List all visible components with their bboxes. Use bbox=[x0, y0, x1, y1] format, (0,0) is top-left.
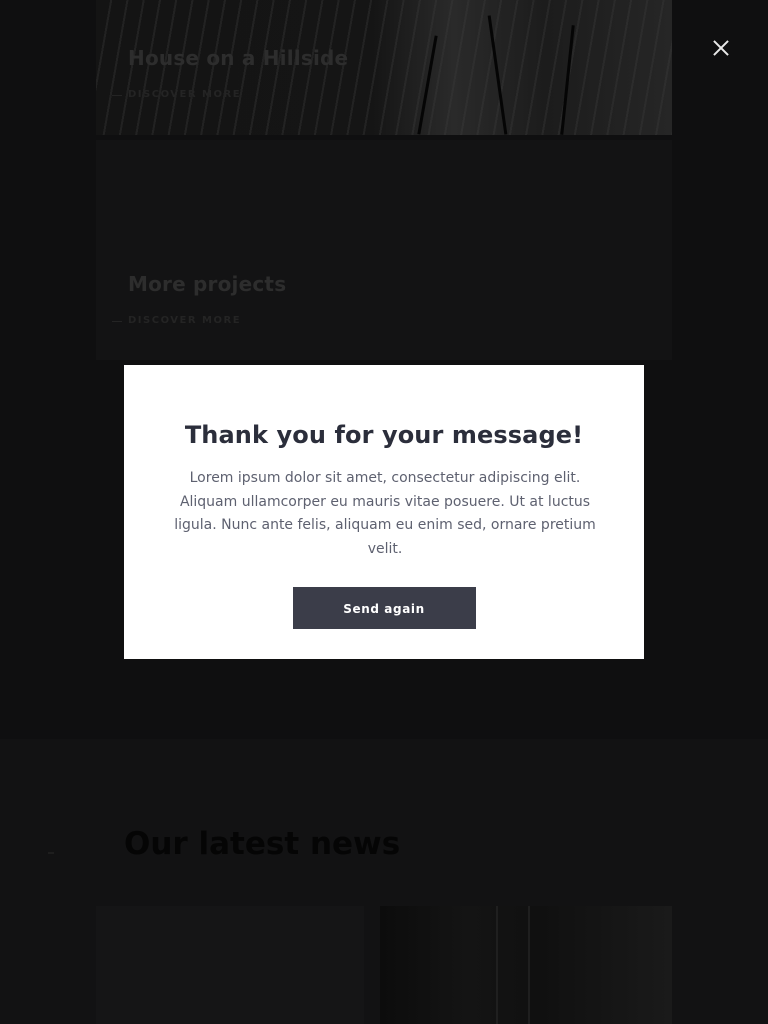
image-detail bbox=[496, 906, 498, 1024]
hero-image-detail bbox=[417, 35, 438, 135]
dialog-title: Thank you for your message! bbox=[184, 421, 584, 449]
news-card bbox=[96, 906, 364, 1024]
news-card-image bbox=[380, 906, 672, 1024]
hero-image-detail bbox=[487, 15, 508, 135]
discover-more-link: DISCOVER MORE bbox=[111, 89, 242, 100]
close-icon[interactable] bbox=[704, 32, 736, 64]
thank-you-dialog: Thank you for your message! Lorem ipsum … bbox=[124, 365, 644, 659]
discover-more-link: DISCOVER MORE bbox=[111, 315, 242, 326]
section-marker bbox=[48, 852, 54, 854]
project-title: House on a Hillside bbox=[128, 46, 349, 70]
news-heading: Our latest news bbox=[124, 826, 401, 862]
project-card-hillside: House on a Hillside DISCOVER MORE bbox=[96, 0, 672, 135]
project-card-more: More projects DISCOVER MORE bbox=[96, 140, 672, 360]
image-detail bbox=[528, 906, 530, 1024]
project-title: More projects bbox=[128, 272, 287, 296]
send-again-button[interactable]: Send again bbox=[292, 587, 476, 629]
dialog-message: Lorem ipsum dolor sit amet, consectetur … bbox=[174, 470, 596, 557]
hero-image-detail bbox=[560, 25, 575, 135]
